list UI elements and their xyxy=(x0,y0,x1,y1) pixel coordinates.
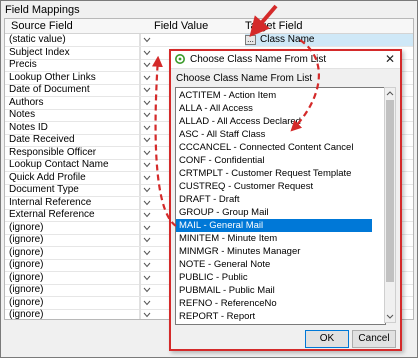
chevron-down-icon[interactable] xyxy=(140,309,152,319)
chevron-down-icon[interactable] xyxy=(140,34,152,46)
source-field-cell[interactable]: (ignore) xyxy=(5,284,140,296)
source-field-cell[interactable]: Date Received xyxy=(5,134,140,146)
column-header-target[interactable]: Target Field xyxy=(245,20,302,32)
chevron-down-icon[interactable] xyxy=(140,121,152,134)
chevron-down-icon[interactable] xyxy=(140,221,152,234)
cancel-button[interactable]: Cancel xyxy=(352,330,396,348)
ellipsis-button[interactable]: ... xyxy=(245,35,256,45)
class-name-listbox[interactable]: ACTITEM - Action Item ALLA - All Access AL… xyxy=(175,87,386,325)
list-item[interactable]: GROUP - Group Mail xyxy=(176,206,372,219)
source-field-cell[interactable]: (ignore) xyxy=(5,309,140,319)
scroll-down-icon[interactable] xyxy=(385,310,395,322)
chevron-down-icon[interactable] xyxy=(140,71,152,84)
list-item[interactable]: REFNO - ReferenceNo xyxy=(176,297,372,310)
chevron-down-icon[interactable] xyxy=(140,209,152,221)
grid-header: Source Field Field Value Target Field xyxy=(5,19,413,34)
choose-class-name-dialog: Choose Class Name From List ✕ Choose Cla… xyxy=(169,49,402,351)
chevron-down-icon[interactable] xyxy=(140,159,152,171)
list-item[interactable]: PUBLIC - Public xyxy=(176,271,372,284)
source-field-cell[interactable]: Document Type xyxy=(5,184,140,196)
source-field-cell[interactable]: (ignore) xyxy=(5,234,140,246)
source-field-cell[interactable]: Date of Document xyxy=(5,84,140,96)
source-field-cell[interactable]: (ignore) xyxy=(5,246,140,259)
panel-title: Field Mappings xyxy=(5,4,80,16)
chevron-down-icon[interactable] xyxy=(140,184,152,196)
ok-button[interactable]: OK xyxy=(305,330,349,348)
column-header-value[interactable]: Field Value xyxy=(154,20,208,32)
table-row[interactable]: (static value)... Class Name xyxy=(5,34,413,47)
source-field-cell[interactable]: Notes xyxy=(5,109,140,121)
chevron-down-icon[interactable] xyxy=(140,246,152,259)
target-field-label: Class Name xyxy=(260,34,315,45)
list-item[interactable]: CONF - Confidential xyxy=(176,154,372,167)
list-item[interactable]: PUBMAIL - Public Mail xyxy=(176,284,372,297)
source-field-cell[interactable]: (ignore) xyxy=(5,271,140,284)
scroll-thumb[interactable] xyxy=(386,100,394,282)
chevron-down-icon[interactable] xyxy=(140,59,152,71)
list-item[interactable]: MINITEM - Minute Item xyxy=(176,232,372,245)
source-field-cell[interactable]: (ignore) xyxy=(5,221,140,234)
dialog-caption: Choose Class Name From List xyxy=(176,73,313,84)
list-item[interactable]: REPORT - Report xyxy=(176,310,372,323)
source-field-cell[interactable]: Quick Add Profile xyxy=(5,171,140,184)
chevron-down-icon[interactable] xyxy=(140,234,152,246)
dialog-titlebar[interactable]: Choose Class Name From List ✕ xyxy=(171,51,400,69)
list-item[interactable]: ALLA - All Access xyxy=(176,102,372,115)
chevron-down-icon[interactable] xyxy=(140,84,152,96)
dialog-title: Choose Class Name From List xyxy=(190,54,327,65)
close-icon[interactable]: ✕ xyxy=(383,52,397,66)
chevron-down-icon[interactable] xyxy=(140,271,152,284)
scroll-up-icon[interactable] xyxy=(385,88,395,100)
chevron-down-icon[interactable] xyxy=(140,284,152,296)
source-field-cell[interactable]: Lookup Contact Name xyxy=(5,159,140,171)
chevron-down-icon[interactable] xyxy=(140,171,152,184)
chevron-down-icon[interactable] xyxy=(140,196,152,209)
source-field-cell[interactable]: Precis xyxy=(5,59,140,71)
chevron-down-icon[interactable] xyxy=(140,296,152,309)
chevron-down-icon[interactable] xyxy=(140,146,152,159)
list-item[interactable]: MAIL - General Mail xyxy=(176,219,372,232)
list-item[interactable]: MINMGR - Minutes Manager xyxy=(176,245,372,258)
source-field-cell[interactable]: Authors xyxy=(5,96,140,109)
chevron-down-icon[interactable] xyxy=(140,259,152,271)
source-field-cell[interactable]: Subject Index xyxy=(5,46,140,59)
source-field-cell[interactable]: (ignore) xyxy=(5,259,140,271)
source-field-cell[interactable]: (ignore) xyxy=(5,296,140,309)
list-item[interactable]: CRTMPLT - Customer Request Template xyxy=(176,167,372,180)
list-item[interactable]: ACTITEM - Action Item xyxy=(176,89,372,102)
list-item[interactable]: ASC - All Staff Class xyxy=(176,128,372,141)
column-header-source[interactable]: Source Field xyxy=(11,20,73,32)
list-item[interactable]: CUSTREQ - Customer Request xyxy=(176,180,372,193)
source-field-cell[interactable]: Notes ID xyxy=(5,121,140,134)
list-item[interactable]: NOTE - General Note xyxy=(176,258,372,271)
list-item[interactable]: CCCANCEL - Connected Content Cancel xyxy=(176,141,372,154)
field-value-cell[interactable] xyxy=(152,34,242,46)
list-item[interactable]: DRAFT - Draft xyxy=(176,193,372,206)
chevron-down-icon[interactable] xyxy=(140,46,152,59)
chevron-down-icon[interactable] xyxy=(140,109,152,121)
list-item[interactable]: ALLAD - All Access Declared xyxy=(176,115,372,128)
field-mappings-panel: Field Mappings Source Field Field Value … xyxy=(0,0,418,358)
chevron-down-icon[interactable] xyxy=(140,96,152,109)
app-icon xyxy=(175,54,185,64)
source-field-cell[interactable]: (static value) xyxy=(5,34,140,46)
listbox-scrollbar[interactable] xyxy=(384,87,396,323)
source-field-cell[interactable]: Responsible Officer xyxy=(5,146,140,159)
chevron-down-icon[interactable] xyxy=(140,134,152,146)
source-field-cell[interactable]: External Reference xyxy=(5,209,140,221)
source-field-cell[interactable]: Lookup Other Links xyxy=(5,71,140,84)
source-field-cell[interactable]: Internal Reference xyxy=(5,196,140,209)
target-field-cell[interactable]: ... Class Name xyxy=(245,34,413,46)
